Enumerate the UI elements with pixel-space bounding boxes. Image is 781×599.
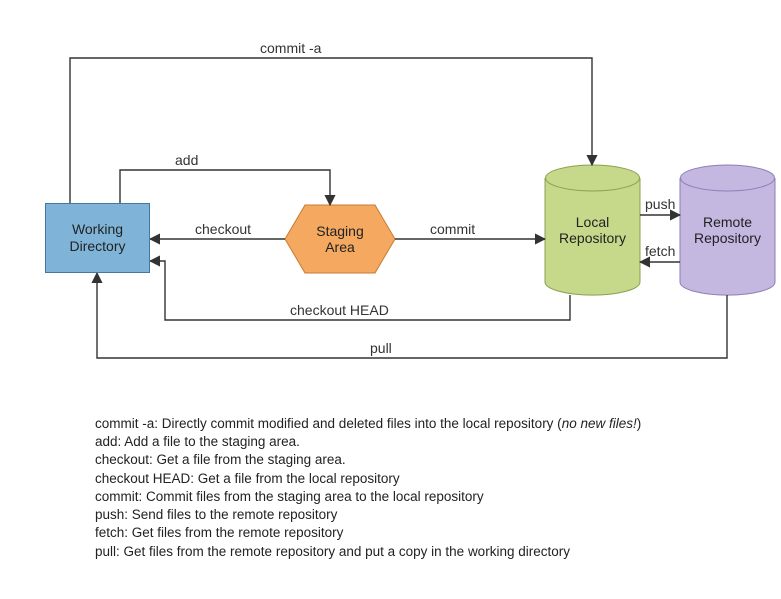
local-repo-node: LocalRepository [545, 165, 640, 295]
label-commit: commit [430, 221, 475, 237]
staging-area-label: StagingArea [316, 223, 363, 255]
remote-repo-label: RemoteRepository [694, 214, 761, 246]
legend-line-commit-a: commit -a: Directly commit modified and … [95, 415, 715, 433]
edge-add [120, 170, 330, 205]
legend-line-checkout-head: checkout HEAD: Get a file from the local… [95, 470, 715, 488]
legend-line-add: add: Add a file to the staging area. [95, 433, 715, 451]
label-push: push [645, 196, 675, 212]
staging-area-node: StagingArea [285, 205, 395, 273]
legend-line-checkout: checkout: Get a file from the staging ar… [95, 451, 715, 469]
local-repo-label: LocalRepository [559, 214, 626, 246]
label-add: add [175, 152, 198, 168]
edge-commit-a [70, 58, 592, 203]
label-checkout-head: checkout HEAD [290, 302, 389, 318]
legend-line-commit: commit: Commit files from the staging ar… [95, 488, 715, 506]
label-fetch: fetch [645, 243, 675, 259]
label-checkout: checkout [195, 221, 251, 237]
label-commit-a: commit -a [260, 40, 321, 56]
label-pull: pull [370, 340, 392, 356]
remote-repo-node: RemoteRepository [680, 165, 775, 295]
legend-line-pull: pull: Get files from the remote reposito… [95, 543, 715, 561]
legend-line-push: push: Send files to the remote repositor… [95, 506, 715, 524]
legend: commit -a: Directly commit modified and … [95, 415, 715, 561]
diagram-canvas: WorkingDirectory StagingArea LocalReposi… [0, 0, 781, 599]
working-directory-label: WorkingDirectory [69, 221, 125, 256]
legend-line-fetch: fetch: Get files from the remote reposit… [95, 524, 715, 542]
working-directory-node: WorkingDirectory [45, 203, 150, 273]
